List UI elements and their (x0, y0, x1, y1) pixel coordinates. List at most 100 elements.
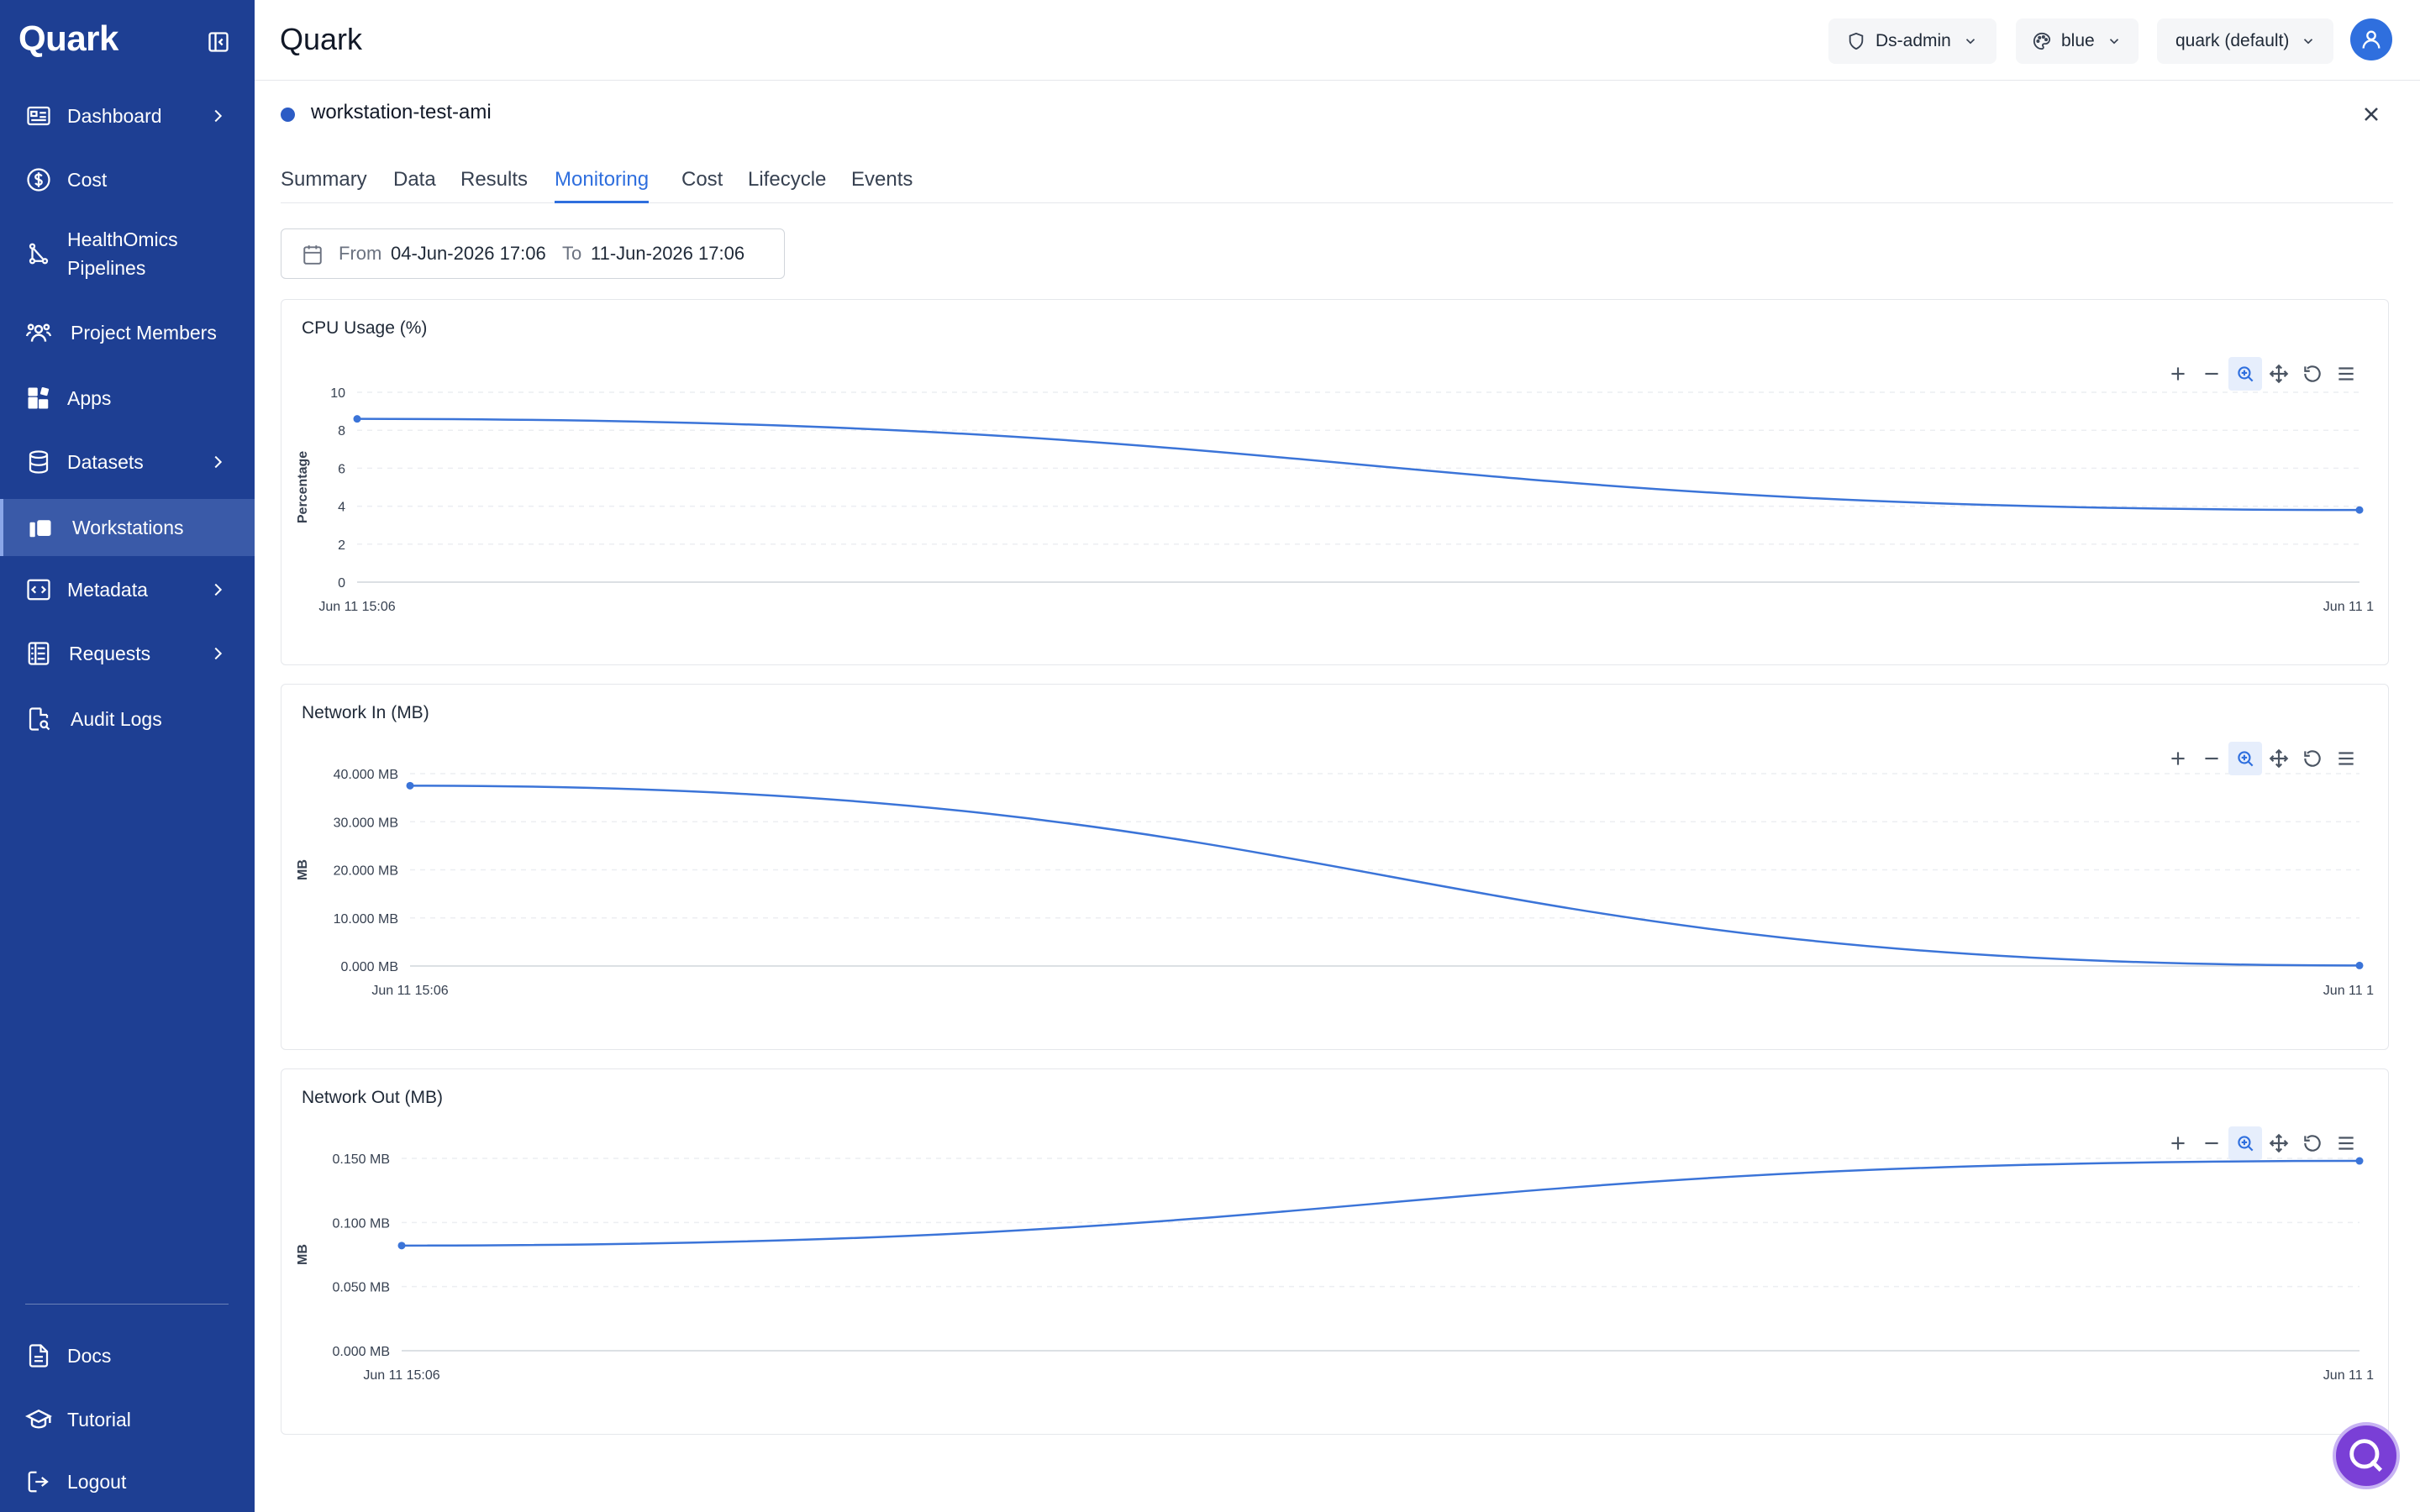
graduation-cap-icon (24, 1404, 54, 1435)
magnify-zoom-icon[interactable] (2228, 357, 2262, 391)
tab-cost[interactable]: Cost (681, 168, 723, 203)
chevron-right-icon (214, 109, 223, 123)
sidebar-item-workstations[interactable]: Workstations (0, 499, 255, 556)
y-tick-label: 40.000 MB (334, 768, 398, 782)
y-tick-label: 0.150 MB (333, 1152, 390, 1167)
chart-card: CPU Usage (%) 0 2 4 6 8 10 Percentage Jun 11 15:… (281, 299, 2389, 665)
tab-lifecycle[interactable]: Lifecycle (748, 168, 826, 203)
x-tick-label: Jun 11 1 (2323, 984, 2374, 998)
data-point[interactable] (397, 1242, 406, 1250)
sidebar-item-label: Apps (67, 387, 112, 409)
chart-canvas: 0.000 MB 10.000 MB 20.000 MB 30.000 MB 40.00… (296, 768, 2374, 998)
magnify-zoom-icon[interactable] (2228, 1126, 2262, 1160)
y-tick-label: 0.000 MB (333, 1345, 390, 1359)
chevron-down-icon (2304, 39, 2313, 45)
sidebar-item-tutorial[interactable]: Tutorial (0, 1401, 255, 1438)
role-selector[interactable]: Ds-admin (1828, 18, 1996, 64)
reset-icon[interactable] (2296, 1126, 2329, 1160)
tab-events[interactable]: Events (851, 168, 913, 203)
calendar-icon (303, 245, 322, 265)
sidebar-item-label: Docs (67, 1345, 112, 1367)
help-assistant-button[interactable] (2333, 1422, 2400, 1489)
menu-icon[interactable] (2329, 357, 2363, 391)
sidebar-item-apps[interactable]: Apps (0, 380, 255, 417)
pan-icon[interactable] (2262, 357, 2296, 391)
sidebar-item-label-line1: HealthOmics (67, 228, 178, 250)
pipeline-icon (24, 239, 54, 269)
y-axis-label: MB (296, 859, 310, 880)
y-tick-label: 0.050 MB (333, 1281, 390, 1295)
data-point[interactable] (406, 781, 414, 790)
sidebar-item-label: Audit Logs (71, 708, 162, 730)
project-label: quark (default) (2175, 31, 2290, 50)
pan-icon[interactable] (2262, 1126, 2296, 1160)
sidebar-item-cost[interactable]: Cost (0, 161, 255, 198)
sidebar-divider (25, 1304, 229, 1305)
code-icon (24, 575, 54, 605)
sidebar-item-healthomics-pipelines[interactable]: HealthOmics Pipelines (0, 225, 255, 282)
series-line (409, 785, 2360, 967)
tab-summary[interactable]: Summary (281, 168, 367, 203)
from-date[interactable]: 04-Jun-2026 17:06 (391, 243, 546, 265)
magnify-zoom-icon[interactable] (2228, 742, 2262, 775)
date-range-picker[interactable]: From 04-Jun-2026 17:06 To 11-Jun-2026 17… (281, 228, 785, 279)
top-header: Quark Ds-admin blue quark (default) (255, 0, 2420, 81)
x-tick-label: Jun 11 15:06 (318, 600, 395, 614)
sidebar-item-datasets[interactable]: Datasets (0, 444, 255, 480)
database-icon (24, 447, 54, 477)
x-tick-label: Jun 11 1 (2323, 1368, 2374, 1383)
sidebar: Quark Dashboard Cost HealthOmics Pipelin… (0, 0, 255, 1512)
y-tick-label: 2 (338, 538, 345, 553)
sidebar-item-dashboard[interactable]: Dashboard (0, 97, 255, 134)
data-point[interactable] (2355, 506, 2364, 514)
menu-icon[interactable] (2329, 742, 2363, 775)
sidebar-item-audit-logs[interactable]: Audit Logs (0, 701, 255, 738)
zoom-in-plus-icon[interactable] (2161, 742, 2195, 775)
collapse-sidebar-icon[interactable] (207, 30, 230, 54)
sidebar-item-logout[interactable]: Logout (0, 1463, 255, 1500)
dollar-icon (24, 165, 54, 195)
apps-icon (24, 383, 54, 413)
reset-icon[interactable] (2296, 742, 2329, 775)
close-icon[interactable] (2360, 102, 2383, 126)
chevron-right-icon (214, 583, 223, 596)
tab-results[interactable]: Results (460, 168, 528, 203)
chevron-down-icon (2109, 39, 2118, 45)
zoom-out-minus-icon[interactable] (2195, 1126, 2228, 1160)
data-point[interactable] (353, 415, 361, 423)
sidebar-item-docs[interactable]: Docs (0, 1337, 255, 1374)
theme-label: blue (2061, 31, 2095, 50)
zoom-in-plus-icon[interactable] (2161, 1126, 2195, 1160)
menu-icon[interactable] (2329, 1126, 2363, 1160)
sidebar-item-project-members[interactable]: Project Members (0, 314, 255, 351)
sidebar-item-requests[interactable]: Requests (0, 635, 255, 672)
tab-data[interactable]: Data (393, 168, 436, 203)
zoom-out-minus-icon[interactable] (2195, 742, 2228, 775)
reset-icon[interactable] (2296, 357, 2329, 391)
tab-monitoring[interactable]: Monitoring (555, 168, 650, 203)
chevron-down-icon (1965, 39, 1975, 45)
chevron-right-icon (214, 647, 223, 660)
y-tick-label: 20.000 MB (334, 864, 398, 879)
shield-icon (1849, 32, 1864, 50)
to-date[interactable]: 11-Jun-2026 17:06 (591, 243, 744, 265)
sidebar-item-metadata[interactable]: Metadata (0, 571, 255, 608)
zoom-out-minus-icon[interactable] (2195, 357, 2228, 391)
chart-toolbar (2161, 742, 2363, 775)
chart-toolbar (2161, 1126, 2363, 1160)
x-tick-label: Jun 11 15:06 (371, 984, 448, 998)
theme-selector[interactable]: blue (2016, 18, 2139, 64)
data-point[interactable] (2355, 961, 2364, 969)
chart-canvas: 0.000 MB 0.050 MB 0.100 MB 0.150 MB MB Jun 11… (296, 1152, 2374, 1383)
avatar[interactable] (2350, 18, 2392, 60)
pan-icon[interactable] (2262, 742, 2296, 775)
sidebar-item-label: Dashboard (67, 105, 162, 127)
sidebar-item-label: Workstations (72, 517, 184, 538)
project-selector[interactable]: quark (default) (2157, 18, 2333, 64)
users-icon (24, 318, 54, 348)
sidebar-item-label: Metadata (67, 579, 148, 601)
chart-card: Network Out (MB) 0.000 MB 0.050 MB 0.100 MB… (281, 1068, 2389, 1435)
sidebar-item-label: Tutorial (67, 1409, 131, 1431)
zoom-in-plus-icon[interactable] (2161, 357, 2195, 391)
page-title: Quark (280, 22, 363, 56)
